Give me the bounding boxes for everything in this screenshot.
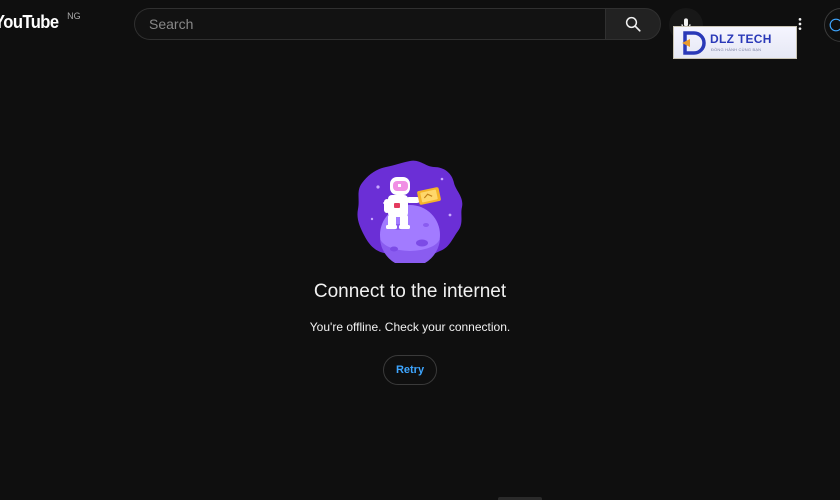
retry-button[interactable]: Retry <box>383 355 437 385</box>
offline-message: Connect to the internet You're offline. … <box>0 0 840 500</box>
astronaut-on-planet-illustration <box>357 160 463 263</box>
offline-subtitle: You're offline. Check your connection. <box>309 320 511 334</box>
youtube-offline-page: YouTube NG Search DLZ TECH ĐỒNG HÀNH CÙN… <box>0 0 840 500</box>
offline-title: Connect to the internet <box>313 281 507 302</box>
